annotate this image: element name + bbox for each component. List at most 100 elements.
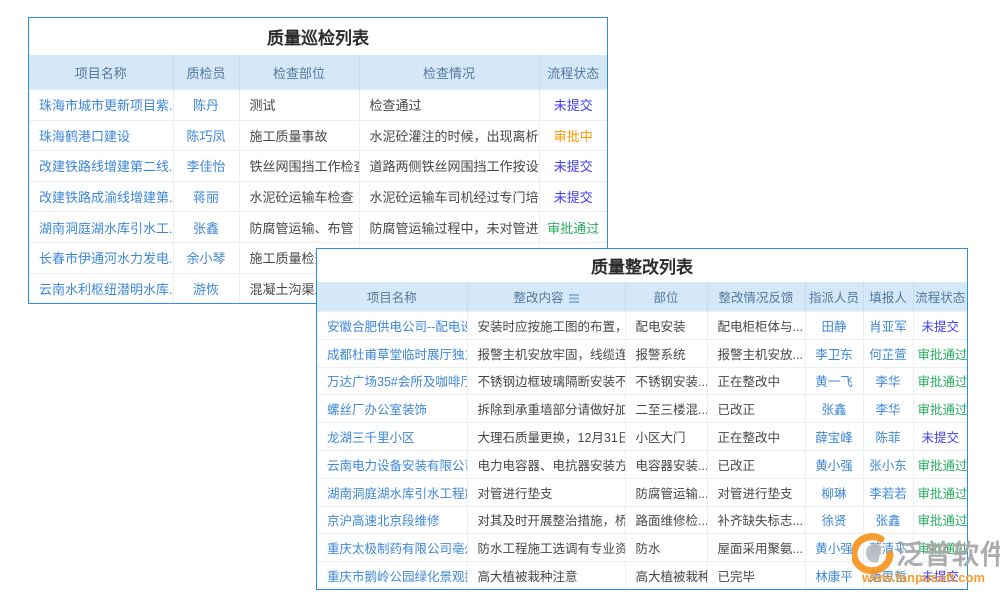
person-link[interactable]: 李华 [863,367,913,395]
project-name-link[interactable]: 云南水利枢纽潜明水库... [29,273,173,303]
project-name-link[interactable]: 改建铁路线增建第二线... [29,151,173,182]
project-name-link[interactable]: 改建铁路成渝线增建第... [29,181,173,212]
sort-icon[interactable] [569,294,579,303]
person-link[interactable]: 陈菲 [863,423,913,451]
column-header: 检查部位 [239,55,359,90]
person-link[interactable]: 张小东 [863,450,913,478]
project-name-link[interactable]: 珠海鹤港口建设 [29,120,173,151]
person-link[interactable]: 游恢 [173,273,239,303]
project-name-link[interactable]: 珠海市城市更新项目紫... [29,90,173,121]
status-badge[interactable]: 未提交 [539,151,607,182]
person-link[interactable]: 李若若 [863,478,913,506]
cell-text: 报警系统 [625,339,707,367]
cell-text: 小区大门 [625,423,707,451]
status-badge[interactable]: 审批中 [539,120,607,151]
project-name-link[interactable]: 成都杜甫草堂临时展厅独立展... [317,339,467,367]
cell-text: 施工质量事故 [239,120,359,151]
column-header: 流程状态 [539,55,607,90]
cell-text: 对管进行垫支 [467,478,625,506]
project-name-link[interactable]: 重庆市鹅岭公园绿化景观提升... [317,562,467,589]
project-name-link[interactable]: 京沪高速北京段维修 [317,506,467,534]
status-badge[interactable]: 未提交 [539,90,607,121]
status-badge[interactable]: 审批通过 [913,367,967,395]
status-badge[interactable]: 未提交 [913,423,967,451]
cell-text: 屋面采用聚氨... [707,534,805,562]
project-name-link[interactable]: 长春市伊通河水力发电... [29,242,173,273]
table-row: 湖南洞庭湖水库引水工程施工标对管进行垫支防腐管运输...对管进行垫支柳琳李若若审… [317,478,967,506]
cell-text: 防水工程施工选调有专业资质... [467,534,625,562]
inspection-table-header-row: 项目名称质检员检查部位检查情况流程状态 [29,55,607,90]
cell-text: 报警主机安放牢固，线缆连接... [467,339,625,367]
cell-text: 不锈钢边框玻璃隔断安装不牢... [467,367,625,395]
person-link[interactable]: 柳琳 [805,478,863,506]
person-link[interactable]: 陈丹 [173,90,239,121]
person-link[interactable]: 李华 [863,395,913,423]
column-header: 填报人 [863,282,913,312]
cell-text: 防水 [625,534,707,562]
column-header-label: 整改内容 [513,291,563,305]
person-link[interactable]: 肖亚军 [863,312,913,340]
project-name-link[interactable]: 螺丝厂办公室装饰 [317,395,467,423]
cell-text: 二至三楼混... [625,395,707,423]
status-badge[interactable]: 审批通过 [913,506,967,534]
person-link[interactable]: 黄一飞 [805,367,863,395]
table-row: 珠海市城市更新项目紫...陈丹测试检查通过未提交 [29,90,607,121]
table-row: 万达广场35#会所及咖啡厅空...不锈钢边框玻璃隔断安装不牢...不锈钢安装..… [317,367,967,395]
cell-text: 电力电容器、电抗器安装方案,... [467,450,625,478]
person-link[interactable]: 张鑫 [173,212,239,243]
status-badge[interactable]: 审批通过 [913,450,967,478]
cell-text: 铁丝网围挡工作检查 [239,151,359,182]
column-header-label: 检查部位 [273,66,325,81]
project-name-link[interactable]: 重庆太极制药有限公司亳州中... [317,534,467,562]
person-link[interactable]: 何芷萱 [863,339,913,367]
column-header-label: 检查情况 [423,66,475,81]
cell-text: 对管进行垫支 [707,478,805,506]
person-link[interactable]: 徐贤 [805,506,863,534]
person-link[interactable]: 陈巧凤 [173,120,239,151]
cell-text: 防腐管运输过程中，未对管进行... [359,212,539,243]
status-badge[interactable]: 未提交 [913,312,967,340]
fanpu-logo-icon [852,533,894,575]
table-row: 云南电力设备安装有限公司20...电力电容器、电抗器安装方案,...电容器安装.… [317,450,967,478]
cell-text: 已完毕 [707,562,805,589]
cell-text: 已改正 [707,450,805,478]
cell-text: 道路两侧铁丝网围挡工作按设计... [359,151,539,182]
project-name-link[interactable]: 云南电力设备安装有限公司20... [317,450,467,478]
status-badge[interactable]: 未提交 [539,181,607,212]
status-badge[interactable]: 审批通过 [913,395,967,423]
person-link[interactable]: 李卫东 [805,339,863,367]
person-link[interactable]: 薛宝峰 [805,423,863,451]
cell-text: 路面维修检... [625,506,707,534]
cell-text: 水泥砼运输车检查 [239,181,359,212]
table-row: 龙湖三千里小区大理石质量更换，12月31日之...小区大门正在整改中薛宝峰陈菲未… [317,423,967,451]
cell-text: 防腐管运输... [625,478,707,506]
person-link[interactable]: 黄小强 [805,450,863,478]
project-name-link[interactable]: 万达广场35#会所及咖啡厅空... [317,367,467,395]
project-name-link[interactable]: 湖南洞庭湖水库引水工程施工标 [317,478,467,506]
cell-text: 测试 [239,90,359,121]
column-header-label: 流程状态 [915,291,965,305]
status-badge[interactable]: 审批通过 [539,212,607,243]
project-name-link[interactable]: 安徽合肥供电公司--配电设备... [317,312,467,340]
cell-text: 水泥砼运输车司机经过专门培训... [359,181,539,212]
project-name-link[interactable]: 湖南洞庭湖水库引水工... [29,212,173,243]
status-badge[interactable]: 审批通过 [913,339,967,367]
column-header: 整改内容 [467,282,625,312]
column-header-label: 质检员 [186,66,225,81]
person-link[interactable]: 李佳怡 [173,151,239,182]
person-link[interactable]: 张鑫 [863,506,913,534]
cell-text: 不锈钢安装... [625,367,707,395]
column-header-label: 流程状态 [547,66,599,81]
status-badge[interactable]: 审批通过 [913,478,967,506]
person-link[interactable]: 余小琴 [173,242,239,273]
column-header-label: 部位 [653,291,678,305]
person-link[interactable]: 田静 [805,312,863,340]
cell-text: 防腐管运输、布管 [239,212,359,243]
person-link[interactable]: 蒋丽 [173,181,239,212]
cell-text: 配电安装 [625,312,707,340]
cell-text: 安装时应按施工图的布置，将... [467,312,625,340]
person-link[interactable]: 张鑫 [805,395,863,423]
project-name-link[interactable]: 龙湖三千里小区 [317,423,467,451]
column-header-label: 指派人员 [809,291,859,305]
column-header: 整改情况反馈 [707,282,805,312]
